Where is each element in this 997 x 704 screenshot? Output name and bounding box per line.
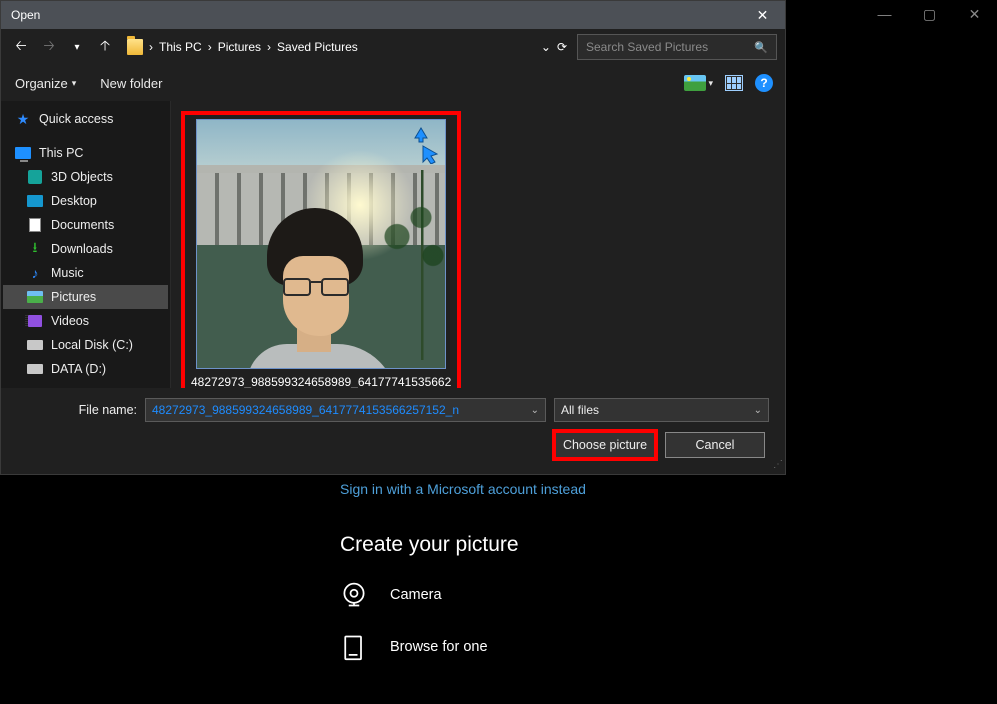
create-your-picture-header: Create your picture: [340, 533, 997, 557]
sidebar-item-label: Music: [51, 266, 84, 280]
breadcrumb-sep-icon: ›: [208, 40, 212, 54]
thumbnail-image: [196, 119, 446, 369]
organize-menu-button[interactable]: Organize ▾: [15, 76, 76, 91]
breadcrumb-this-pc[interactable]: This PC: [159, 40, 202, 54]
documents-icon: [29, 218, 41, 232]
dialog-title: Open: [11, 8, 40, 22]
toolbar-row: Organize ▾ New folder ▾ ?: [1, 65, 785, 101]
folder-icon: [127, 39, 143, 55]
preview-pane-button[interactable]: [725, 75, 743, 91]
nav-recent-button[interactable]: ▾: [65, 35, 89, 59]
refresh-button[interactable]: ⟳: [557, 40, 567, 54]
sidebar-item-pictures[interactable]: Pictures: [3, 285, 168, 309]
disk-icon: [27, 364, 43, 374]
nav-up-button[interactable]: 🡡: [93, 35, 117, 59]
this-pc-icon: [15, 147, 31, 159]
sidebar-item-label: Local Disk (C:): [51, 338, 133, 352]
chevron-down-icon[interactable]: ⌄: [531, 405, 539, 416]
sidebar-item-desktop[interactable]: Desktop: [3, 189, 168, 213]
filename-input[interactable]: 48272973_988599324658989_641777415356625…: [145, 398, 546, 422]
parent-minimize-button[interactable]: —: [862, 0, 907, 28]
disk-icon: [27, 340, 43, 350]
sidebar-item-this-pc[interactable]: This PC: [3, 141, 168, 165]
filename-label: File name:: [17, 403, 137, 417]
search-input[interactable]: Search Saved Pictures 🔍: [577, 34, 777, 60]
sidebar-item-label: Documents: [51, 218, 114, 232]
sidebar-item-3d-objects[interactable]: 3D Objects: [3, 165, 168, 189]
parent-close-button[interactable]: ✕: [952, 0, 997, 28]
sign-in-microsoft-link[interactable]: Sign in with a Microsoft account instead: [340, 481, 997, 497]
browse-label: Browse for one: [390, 639, 488, 655]
nav-forward-button: 🡢: [37, 35, 61, 59]
breadcrumb-sep-icon: ›: [267, 40, 271, 54]
star-icon: ★: [15, 111, 31, 127]
chevron-down-icon: ▾: [72, 78, 77, 89]
camera-option[interactable]: Camera: [340, 581, 997, 609]
search-icon[interactable]: 🔍: [754, 41, 768, 54]
filename-value: 48272973_988599324658989_641777415356625…: [152, 403, 459, 417]
sidebar-item-label: Videos: [51, 314, 89, 328]
breadcrumb-saved-pictures[interactable]: Saved Pictures: [277, 40, 358, 54]
navigation-sidebar: ★ Quick access This PC 3D Objects Deskto…: [1, 101, 171, 388]
sidebar-item-label: 3D Objects: [51, 170, 113, 184]
sidebar-item-label: Downloads: [51, 242, 113, 256]
sidebar-item-documents[interactable]: Documents: [3, 213, 168, 237]
navigation-row: 🡠 🡢 ▾ 🡡 › This PC › Pictures › Saved Pic…: [1, 29, 785, 65]
sidebar-item-downloads[interactable]: ⭳ Downloads: [3, 237, 168, 261]
breadcrumb-pictures[interactable]: Pictures: [218, 40, 261, 54]
camera-label: Camera: [390, 587, 442, 603]
file-content-area[interactable]: 48272973_988599324658989_641777415356625…: [171, 101, 785, 388]
sidebar-item-label: This PC: [39, 146, 83, 160]
choose-picture-button[interactable]: Choose picture: [555, 432, 655, 458]
thumbnail-caption: 48272973_988599324658989_641777415356625…: [191, 375, 451, 389]
sidebar-item-quick-access[interactable]: ★ Quick access: [3, 107, 168, 131]
breadcrumb-history-button[interactable]: ⌄: [541, 40, 551, 54]
chevron-down-icon: ▾: [708, 78, 713, 89]
parent-maximize-button[interactable]: ▢: [907, 0, 952, 28]
breadcrumb-bar[interactable]: › This PC › Pictures › Saved Pictures ⌄ …: [121, 34, 573, 60]
view-mode-button[interactable]: ▾: [684, 75, 713, 91]
sidebar-item-label: Pictures: [51, 290, 96, 304]
sidebar-item-label: Quick access: [39, 112, 113, 126]
nav-back-button[interactable]: 🡠: [9, 35, 33, 59]
sidebar-item-label: DATA (D:): [51, 362, 106, 376]
3d-objects-icon: [28, 170, 42, 184]
chevron-down-icon[interactable]: ⌄: [754, 405, 762, 416]
file-thumbnail-selected[interactable]: 48272973_988599324658989_641777415356625…: [181, 111, 461, 397]
sidebar-item-data-d[interactable]: DATA (D:): [3, 357, 168, 381]
cancel-button[interactable]: Cancel: [665, 432, 765, 458]
settings-background-pane: Sign in with a Microsoft account instead…: [0, 475, 997, 685]
dialog-close-button[interactable]: ✕: [740, 1, 785, 29]
sidebar-item-videos[interactable]: Videos: [3, 309, 168, 333]
breadcrumb-sep-icon: ›: [149, 40, 153, 54]
resize-grip-icon[interactable]: ⋰: [773, 459, 781, 470]
music-icon: ♪: [27, 265, 43, 281]
organize-label: Organize: [15, 76, 68, 91]
sidebar-item-music[interactable]: ♪ Music: [3, 261, 168, 285]
sidebar-item-label: Desktop: [51, 194, 97, 208]
new-folder-button[interactable]: New folder: [100, 76, 162, 91]
sidebar-item-local-disk-c[interactable]: Local Disk (C:): [3, 333, 168, 357]
browse-icon: [340, 633, 368, 661]
open-file-dialog: Open ✕ 🡠 🡢 ▾ 🡡 › This PC › Pictures › Sa…: [0, 0, 786, 475]
browse-for-one-option[interactable]: Browse for one: [340, 633, 997, 661]
file-type-filter[interactable]: All files ⌄: [554, 398, 769, 422]
videos-icon: [28, 315, 42, 327]
dialog-bottom-panel: File name: 48272973_988599324658989_6417…: [1, 388, 785, 474]
large-icons-icon: [684, 75, 706, 91]
dialog-titlebar[interactable]: Open ✕: [1, 1, 785, 29]
camera-icon: [340, 581, 368, 609]
cursor-annotation-icon: [401, 124, 441, 164]
search-placeholder: Search Saved Pictures: [586, 40, 708, 54]
pictures-icon: [27, 291, 43, 303]
filter-value: All files: [561, 403, 599, 417]
help-button[interactable]: ?: [755, 74, 773, 92]
desktop-icon: [27, 195, 43, 207]
downloads-icon: ⭳: [27, 241, 43, 257]
